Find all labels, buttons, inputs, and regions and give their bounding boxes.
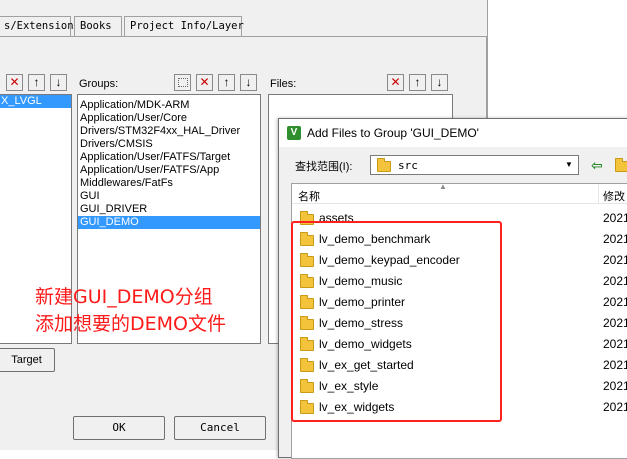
column-modified-header[interactable]: 修改 xyxy=(603,188,625,204)
folder-date: 2021 xyxy=(603,316,627,330)
group-item-selected[interactable]: GUI_DEMO xyxy=(78,216,260,229)
tab-books[interactable]: Books xyxy=(74,16,122,36)
annotation-line-2: 添加想要的DEMO文件 xyxy=(35,313,226,335)
folder-date: 2021 xyxy=(603,295,627,309)
up-folder-icon[interactable] xyxy=(615,158,627,172)
group-item[interactable]: Drivers/STM32F4xx_HAL_Driver xyxy=(78,125,260,138)
chevron-down-icon[interactable]: ▼ xyxy=(562,158,576,172)
new-icon xyxy=(177,78,188,87)
groups-label: Groups: xyxy=(79,78,119,90)
groups-move-up-button[interactable]: ↑ xyxy=(218,74,235,91)
group-item[interactable]: Drivers/CMSIS xyxy=(78,138,260,151)
files-delete-button[interactable]: ✕ xyxy=(387,74,404,91)
targets-move-up-button[interactable]: ↑ xyxy=(28,74,45,91)
targets-delete-button[interactable]: ✕ xyxy=(6,74,23,91)
look-in-dropdown[interactable]: src ▼ xyxy=(370,155,579,175)
folder-date: 2021 xyxy=(603,358,627,372)
folder-icon xyxy=(377,158,391,172)
look-in-label: 查找范围(I): xyxy=(295,161,353,173)
groups-new-button[interactable] xyxy=(174,74,191,91)
move-down-icon: ↓ xyxy=(245,75,252,89)
delete-icon: ✕ xyxy=(390,75,401,89)
move-up-icon: ↑ xyxy=(33,75,40,89)
column-divider[interactable] xyxy=(598,184,599,204)
annotation-line-1: 新建GUI_DEMO分组 xyxy=(35,286,213,308)
move-down-icon: ↓ xyxy=(55,75,62,89)
group-item[interactable]: Application/MDK-ARM xyxy=(78,99,260,112)
folder-date: 2021 xyxy=(603,400,627,414)
folder-date: 2021 xyxy=(603,253,627,267)
move-up-icon: ↑ xyxy=(223,75,230,89)
file-list-header: ▲ 名称 修改 xyxy=(292,182,627,204)
highlight-box xyxy=(291,221,502,422)
folder-date: 2021 xyxy=(603,337,627,351)
targets-move-down-button[interactable]: ↓ xyxy=(50,74,67,91)
files-move-down-button[interactable]: ↓ xyxy=(431,74,448,91)
background-window xyxy=(487,0,627,118)
set-target-button[interactable]: Target xyxy=(0,348,55,372)
back-arrow-icon[interactable]: ⇦ xyxy=(591,157,603,174)
groups-delete-button[interactable]: ✕ xyxy=(196,74,213,91)
group-item[interactable]: Application/User/FATFS/Target xyxy=(78,151,260,164)
look-in-value: src xyxy=(398,159,418,172)
files-label: Files: xyxy=(270,78,297,90)
dialog-title: Add Files to Group 'GUI_DEMO' xyxy=(307,126,479,140)
delete-icon: ✕ xyxy=(199,75,210,89)
add-files-dialog: V Add Files to Group 'GUI_DEMO' 查找范围(I):… xyxy=(278,118,627,459)
delete-icon: ✕ xyxy=(9,75,20,89)
targets-list-item[interactable]: X_LVGL xyxy=(0,95,71,108)
folder-date: 2021 xyxy=(603,379,627,393)
move-down-icon: ↓ xyxy=(436,75,443,89)
folder-date: 2021 xyxy=(603,274,627,288)
group-item[interactable]: Middlewares/FatFs xyxy=(78,177,260,190)
group-item[interactable]: GUI xyxy=(78,190,260,203)
ok-button[interactable]: OK xyxy=(73,416,165,440)
column-name-header[interactable]: 名称 xyxy=(298,188,320,204)
folder-date: 2021 xyxy=(603,211,627,225)
group-item[interactable]: GUI_DRIVER xyxy=(78,203,260,216)
folder-date: 2021 xyxy=(603,232,627,246)
move-up-icon: ↑ xyxy=(414,75,421,89)
groups-move-down-button[interactable]: ↓ xyxy=(240,74,257,91)
dialog-titlebar: V Add Files to Group 'GUI_DEMO' xyxy=(279,119,627,147)
tab-project-info[interactable]: Project Info/Layer xyxy=(124,16,244,36)
files-move-up-button[interactable]: ↑ xyxy=(409,74,426,91)
keil-app-icon: V xyxy=(287,126,301,140)
sort-ascending-icon: ▲ xyxy=(439,182,447,191)
cancel-button[interactable]: Cancel xyxy=(174,416,266,440)
group-item[interactable]: Application/User/FATFS/App xyxy=(78,164,260,177)
tab-extensions[interactable]: s/Extensions xyxy=(0,16,80,36)
group-item[interactable]: Application/User/Core xyxy=(78,112,260,125)
